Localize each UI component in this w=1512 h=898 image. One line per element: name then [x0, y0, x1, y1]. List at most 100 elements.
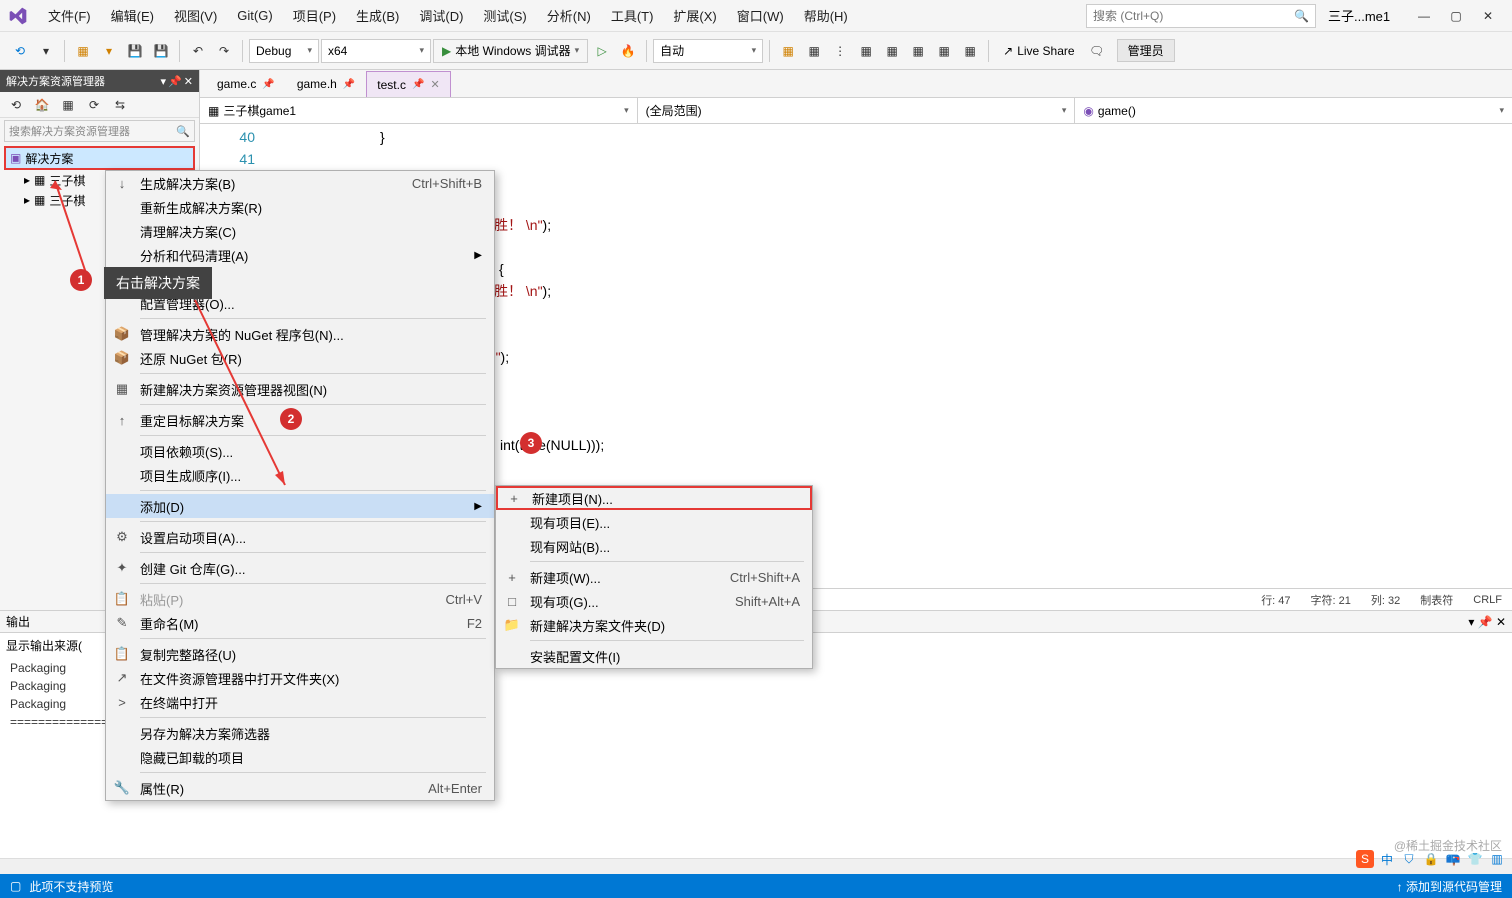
collapse-icon[interactable]: ⇆ — [108, 93, 132, 117]
pin-icon[interactable]: 📌 — [168, 75, 182, 88]
search-input[interactable] — [1093, 9, 1294, 23]
menu-view[interactable]: 视图(V) — [164, 2, 227, 29]
platform-dropdown[interactable]: x64▾ — [321, 39, 431, 63]
home-icon[interactable]: ⟲ — [4, 93, 28, 117]
scope-dropdown[interactable]: (全局范围)▾ — [638, 98, 1076, 123]
global-search[interactable]: 🔍 — [1086, 4, 1316, 28]
nav-forward-icon[interactable]: ▾ — [34, 39, 58, 63]
close-panel-icon[interactable]: ✕ — [184, 75, 193, 88]
maximize-button[interactable]: ▢ — [1440, 2, 1472, 30]
ctx-item[interactable]: ✦创建 Git 仓库(G)... — [106, 556, 494, 580]
menu-extensions[interactable]: 扩展(X) — [663, 2, 726, 29]
menu-git[interactable]: Git(G) — [227, 4, 282, 27]
ctx-item[interactable]: 现有项目(E)... — [496, 510, 812, 534]
ctx-item[interactable]: 安装配置文件(I) — [496, 644, 812, 668]
solution-icon: ▣ — [10, 151, 21, 165]
ctx-item[interactable]: >在终端中打开 — [106, 690, 494, 714]
menu-debug[interactable]: 调试(D) — [409, 2, 473, 29]
ctx-item[interactable]: +新建项(W)...Ctrl+Shift+A — [496, 565, 812, 589]
ctx-item[interactable]: ✎重命名(M)F2 — [106, 611, 494, 635]
tab-game-h[interactable]: game.h📌 — [286, 71, 366, 97]
ctx-item[interactable]: 📋粘贴(P)Ctrl+V — [106, 587, 494, 611]
ctx-item[interactable]: 项目依赖项(S)... — [106, 439, 494, 463]
tb-icon-8[interactable]: ▦ — [958, 39, 982, 63]
start-no-debug-icon[interactable]: ▷ — [590, 39, 614, 63]
ctx-item[interactable]: ↓生成解决方案(B)Ctrl+Shift+B — [106, 171, 494, 195]
menu-window[interactable]: 窗口(W) — [727, 2, 794, 29]
refresh-icon[interactable]: ⟳ — [82, 93, 106, 117]
nav-bar: ▦三子棋game1▾ (全局范围)▾ ◉game()▾ — [200, 98, 1512, 124]
ctx-item[interactable]: 清理解决方案(C) — [106, 219, 494, 243]
menu-analyze[interactable]: 分析(N) — [537, 2, 601, 29]
method-icon: ◉ — [1083, 104, 1093, 118]
solution-node[interactable]: ▣ 解决方案 — [4, 146, 195, 170]
open-icon[interactable]: ▾ — [97, 39, 121, 63]
ctx-item[interactable]: 重新生成解决方案(R) — [106, 195, 494, 219]
solution-context-menu: ↓生成解决方案(B)Ctrl+Shift+B重新生成解决方案(R)清理解决方案(… — [105, 170, 495, 801]
pin-icon[interactable]: 📌 — [262, 79, 274, 90]
panel-controls[interactable]: ▾ 📌 ✕ — [1468, 615, 1506, 629]
ctx-item[interactable]: 🔧属性(R)Alt+Enter — [106, 776, 494, 800]
pin-icon[interactable]: 📌 — [412, 79, 424, 90]
redo-icon[interactable]: ↷ — [212, 39, 236, 63]
member-dropdown[interactable]: ◉game()▾ — [1075, 98, 1512, 123]
tb-icon-3[interactable]: ⋮ — [828, 39, 852, 63]
explorer-toolbar: ⟲ 🏠 ▦ ⟳ ⇆ — [0, 92, 199, 118]
start-debug-button[interactable]: ▶本地 Windows 调试器▾ — [433, 39, 588, 63]
ctx-item[interactable]: 项目生成顺序(I)... — [106, 463, 494, 487]
ctx-item[interactable]: ↗在文件资源管理器中打开文件夹(X) — [106, 666, 494, 690]
vs-logo-icon — [8, 6, 28, 26]
ctx-item[interactable]: 现有网站(B)... — [496, 534, 812, 558]
close-tab-icon[interactable]: ✕ — [430, 78, 439, 91]
ctx-item[interactable]: 📦管理解决方案的 NuGet 程序包(N)... — [106, 322, 494, 346]
minimize-button[interactable]: ― — [1408, 2, 1440, 30]
auto-dropdown[interactable]: 自动▾ — [653, 39, 763, 63]
ctx-item[interactable]: □现有项(G)...Shift+Alt+A — [496, 589, 812, 613]
admin-badge: 管理员 — [1117, 39, 1175, 62]
undo-icon[interactable]: ↶ — [186, 39, 210, 63]
save-icon[interactable]: 💾 — [123, 39, 147, 63]
tb-icon-1[interactable]: ▦ — [776, 39, 800, 63]
ctx-item[interactable]: 分析和代码清理(A)▶ — [106, 243, 494, 267]
ctx-item[interactable]: 📦还原 NuGet 包(R) — [106, 346, 494, 370]
tb-icon-4[interactable]: ▦ — [854, 39, 878, 63]
ctx-item[interactable]: 📁新建解决方案文件夹(D) — [496, 613, 812, 637]
close-button[interactable]: ✕ — [1472, 2, 1504, 30]
ctx-item[interactable]: +新建项目(N)... — [496, 486, 812, 510]
ctx-item[interactable]: 📋复制完整路径(U) — [106, 642, 494, 666]
project-dropdown[interactable]: ▦三子棋game1▾ — [200, 98, 638, 123]
feedback-icon[interactable]: 🗨 — [1085, 39, 1109, 63]
menu-project[interactable]: 项目(P) — [283, 2, 346, 29]
tab-test-c[interactable]: test.c📌✕ — [366, 71, 450, 97]
pin-icon[interactable]: 📌 — [343, 79, 355, 90]
show-icon[interactable]: ▦ — [56, 93, 80, 117]
tab-game-c[interactable]: game.c📌 — [206, 71, 286, 97]
explorer-search[interactable]: 搜索解决方案资源管理器 🔍 — [4, 120, 195, 142]
add-submenu: +新建项目(N)...现有项目(E)...现有网站(B)... +新建项(W)..… — [495, 485, 813, 669]
config-dropdown[interactable]: Debug▾ — [249, 39, 319, 63]
dropdown-icon[interactable]: ▾ — [161, 75, 167, 88]
tb-icon-6[interactable]: ▦ — [906, 39, 930, 63]
live-share-button[interactable]: ↗Live Share — [995, 44, 1082, 58]
nav-back-icon[interactable]: ⟲ — [8, 39, 32, 63]
tb-icon-5[interactable]: ▦ — [880, 39, 904, 63]
ctx-item[interactable]: ▦新建解决方案资源管理器视图(N) — [106, 377, 494, 401]
home-icon[interactable]: 🏠 — [30, 93, 54, 117]
tb-icon-2[interactable]: ▦ — [802, 39, 826, 63]
horizontal-scrollbar[interactable] — [0, 858, 1512, 874]
ctx-item[interactable]: 另存为解决方案筛选器 — [106, 721, 494, 745]
save-all-icon[interactable]: 💾 — [149, 39, 173, 63]
menu-build[interactable]: 生成(B) — [346, 2, 409, 29]
source-control-button[interactable]: ↑ 添加到源代码管理 — [1397, 878, 1502, 895]
ctx-item[interactable]: ⚙设置启动项目(A)... — [106, 525, 494, 549]
menu-file[interactable]: 文件(F) — [38, 2, 101, 29]
menu-edit[interactable]: 编辑(E) — [101, 2, 164, 29]
new-project-icon[interactable]: ▦ — [71, 39, 95, 63]
menu-tools[interactable]: 工具(T) — [601, 2, 664, 29]
ctx-item[interactable]: 隐藏已卸载的项目 — [106, 745, 494, 769]
tb-icon-7[interactable]: ▦ — [932, 39, 956, 63]
menu-test[interactable]: 测试(S) — [473, 2, 536, 29]
hot-reload-icon[interactable]: 🔥 — [616, 39, 640, 63]
ctx-item[interactable]: 添加(D)▶ — [106, 494, 494, 518]
menu-help[interactable]: 帮助(H) — [794, 2, 858, 29]
